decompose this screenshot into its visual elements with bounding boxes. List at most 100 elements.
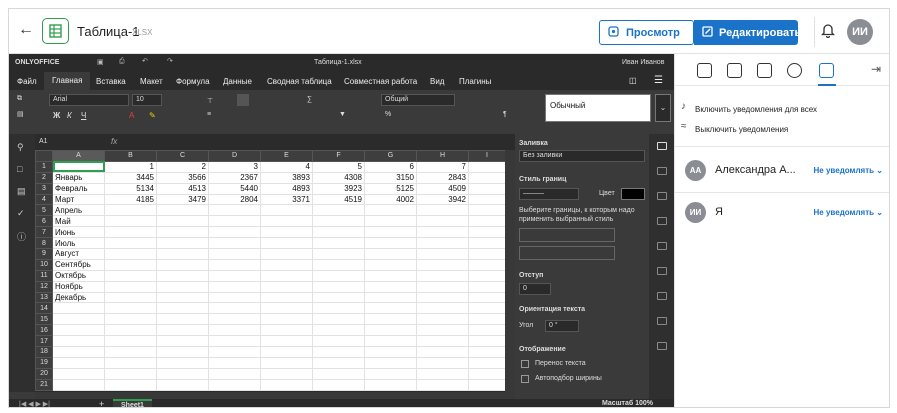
cell[interactable] — [468, 160, 506, 173]
cell[interactable] — [156, 367, 209, 380]
cell[interactable] — [156, 335, 209, 348]
cell[interactable]: 6 — [364, 160, 417, 173]
cell[interactable] — [468, 215, 506, 228]
cell[interactable] — [416, 204, 469, 217]
border-style-select[interactable]: ——— — [519, 188, 579, 200]
cell[interactable] — [104, 356, 157, 369]
cell[interactable] — [260, 302, 313, 315]
cell[interactable] — [156, 346, 209, 358]
cell[interactable] — [364, 215, 417, 228]
back-arrow-icon[interactable]: ← — [18, 22, 34, 38]
cell[interactable] — [364, 302, 417, 315]
menu-formula[interactable]: Формула — [176, 77, 210, 86]
shape-settings-icon[interactable] — [657, 192, 667, 200]
cell[interactable] — [260, 269, 313, 282]
cell[interactable] — [416, 258, 469, 271]
cell[interactable]: Март — [52, 193, 105, 206]
tab-history-icon[interactable] — [787, 63, 802, 78]
cell[interactable] — [468, 193, 506, 206]
menu-collab[interactable]: Совместная работа — [344, 77, 417, 86]
cell[interactable] — [156, 356, 209, 369]
cell[interactable]: 3150 — [364, 171, 417, 184]
cell[interactable] — [208, 324, 261, 337]
cell[interactable]: 2804 — [208, 193, 261, 206]
border-color-picker[interactable] — [621, 188, 645, 200]
cell[interactable]: Январь — [52, 171, 105, 184]
cell[interactable] — [468, 182, 506, 195]
column-header[interactable]: I — [468, 150, 506, 162]
row-header[interactable]: 18 — [35, 346, 53, 358]
paragraph-icon[interactable]: ¶ — [503, 111, 507, 118]
info-icon[interactable]: ⓘ — [17, 230, 26, 243]
cell[interactable] — [52, 346, 105, 358]
chat-icon[interactable]: ▤ — [17, 186, 26, 197]
row-header[interactable]: 21 — [35, 378, 53, 391]
cell[interactable] — [312, 248, 365, 260]
cell[interactable]: 4308 — [312, 171, 365, 184]
cell[interactable] — [260, 378, 313, 391]
cell[interactable] — [208, 335, 261, 348]
filter-icon[interactable]: ▼ — [339, 111, 346, 118]
cell[interactable] — [468, 248, 506, 260]
comments-icon[interactable]: □ — [17, 164, 22, 174]
search-icon[interactable]: ⚲ — [17, 142, 24, 153]
cell[interactable] — [156, 215, 209, 228]
menu-insert[interactable]: Вставка — [96, 77, 126, 86]
font-color-icon[interactable]: A — [129, 111, 134, 120]
cell[interactable] — [468, 356, 506, 369]
angle-input[interactable]: 0 ° — [545, 320, 579, 332]
percent-icon[interactable]: % — [385, 111, 391, 118]
cell[interactable] — [260, 258, 313, 271]
cell[interactable] — [416, 367, 469, 380]
copy-icon[interactable]: ⧉ — [17, 95, 22, 103]
view-button[interactable]: Просмотр — [599, 20, 694, 45]
cell[interactable] — [104, 215, 157, 228]
cell[interactable] — [364, 258, 417, 271]
cell[interactable] — [156, 378, 209, 391]
cell[interactable] — [468, 280, 506, 293]
print-icon[interactable]: ⎙ — [119, 58, 125, 66]
redo-icon[interactable]: ↷ — [167, 57, 173, 65]
column-header[interactable]: D — [208, 150, 261, 162]
indent-input[interactable]: 0 — [519, 283, 551, 295]
cell[interactable] — [468, 226, 506, 239]
cell[interactable] — [468, 367, 506, 380]
cell[interactable] — [312, 204, 365, 217]
cell[interactable]: 5440 — [208, 182, 261, 195]
cell[interactable] — [52, 324, 105, 337]
cell[interactable] — [416, 269, 469, 282]
cell[interactable] — [468, 346, 506, 358]
row-header[interactable]: 14 — [35, 302, 53, 315]
wrap-text-checkbox[interactable] — [521, 360, 529, 368]
tab-info-icon[interactable] — [697, 63, 712, 78]
cell[interactable]: 2 — [156, 160, 209, 173]
column-header[interactable]: F — [312, 150, 365, 162]
edit-button[interactable]: Редактировать — [694, 20, 801, 45]
cell[interactable] — [416, 335, 469, 348]
bold-button[interactable]: Ж — [53, 111, 60, 120]
cell[interactable] — [104, 313, 157, 326]
cell[interactable] — [364, 237, 417, 250]
cell[interactable] — [364, 335, 417, 348]
cell[interactable]: Октябрь — [52, 269, 105, 282]
cell[interactable]: 3371 — [260, 193, 313, 206]
column-header[interactable]: A — [52, 150, 105, 162]
cell[interactable] — [364, 291, 417, 304]
column-header[interactable]: G — [364, 150, 417, 162]
cell[interactable] — [104, 248, 157, 260]
cell[interactable] — [312, 291, 365, 304]
border-buttons-row-2[interactable] — [519, 246, 615, 260]
cell[interactable] — [104, 226, 157, 239]
paste-icon[interactable]: ▤ — [17, 110, 24, 118]
menu-file[interactable]: Файл — [17, 77, 37, 86]
cell[interactable] — [468, 291, 506, 304]
tab-versions-icon[interactable] — [757, 63, 772, 78]
cell[interactable] — [260, 237, 313, 250]
cell[interactable] — [312, 324, 365, 337]
cell[interactable] — [312, 269, 365, 282]
cell[interactable] — [364, 378, 417, 391]
fill-select[interactable]: Без заливки — [519, 150, 645, 162]
underline-button[interactable]: Ч — [81, 111, 86, 120]
cell[interactable] — [364, 346, 417, 358]
cell[interactable] — [416, 313, 469, 326]
